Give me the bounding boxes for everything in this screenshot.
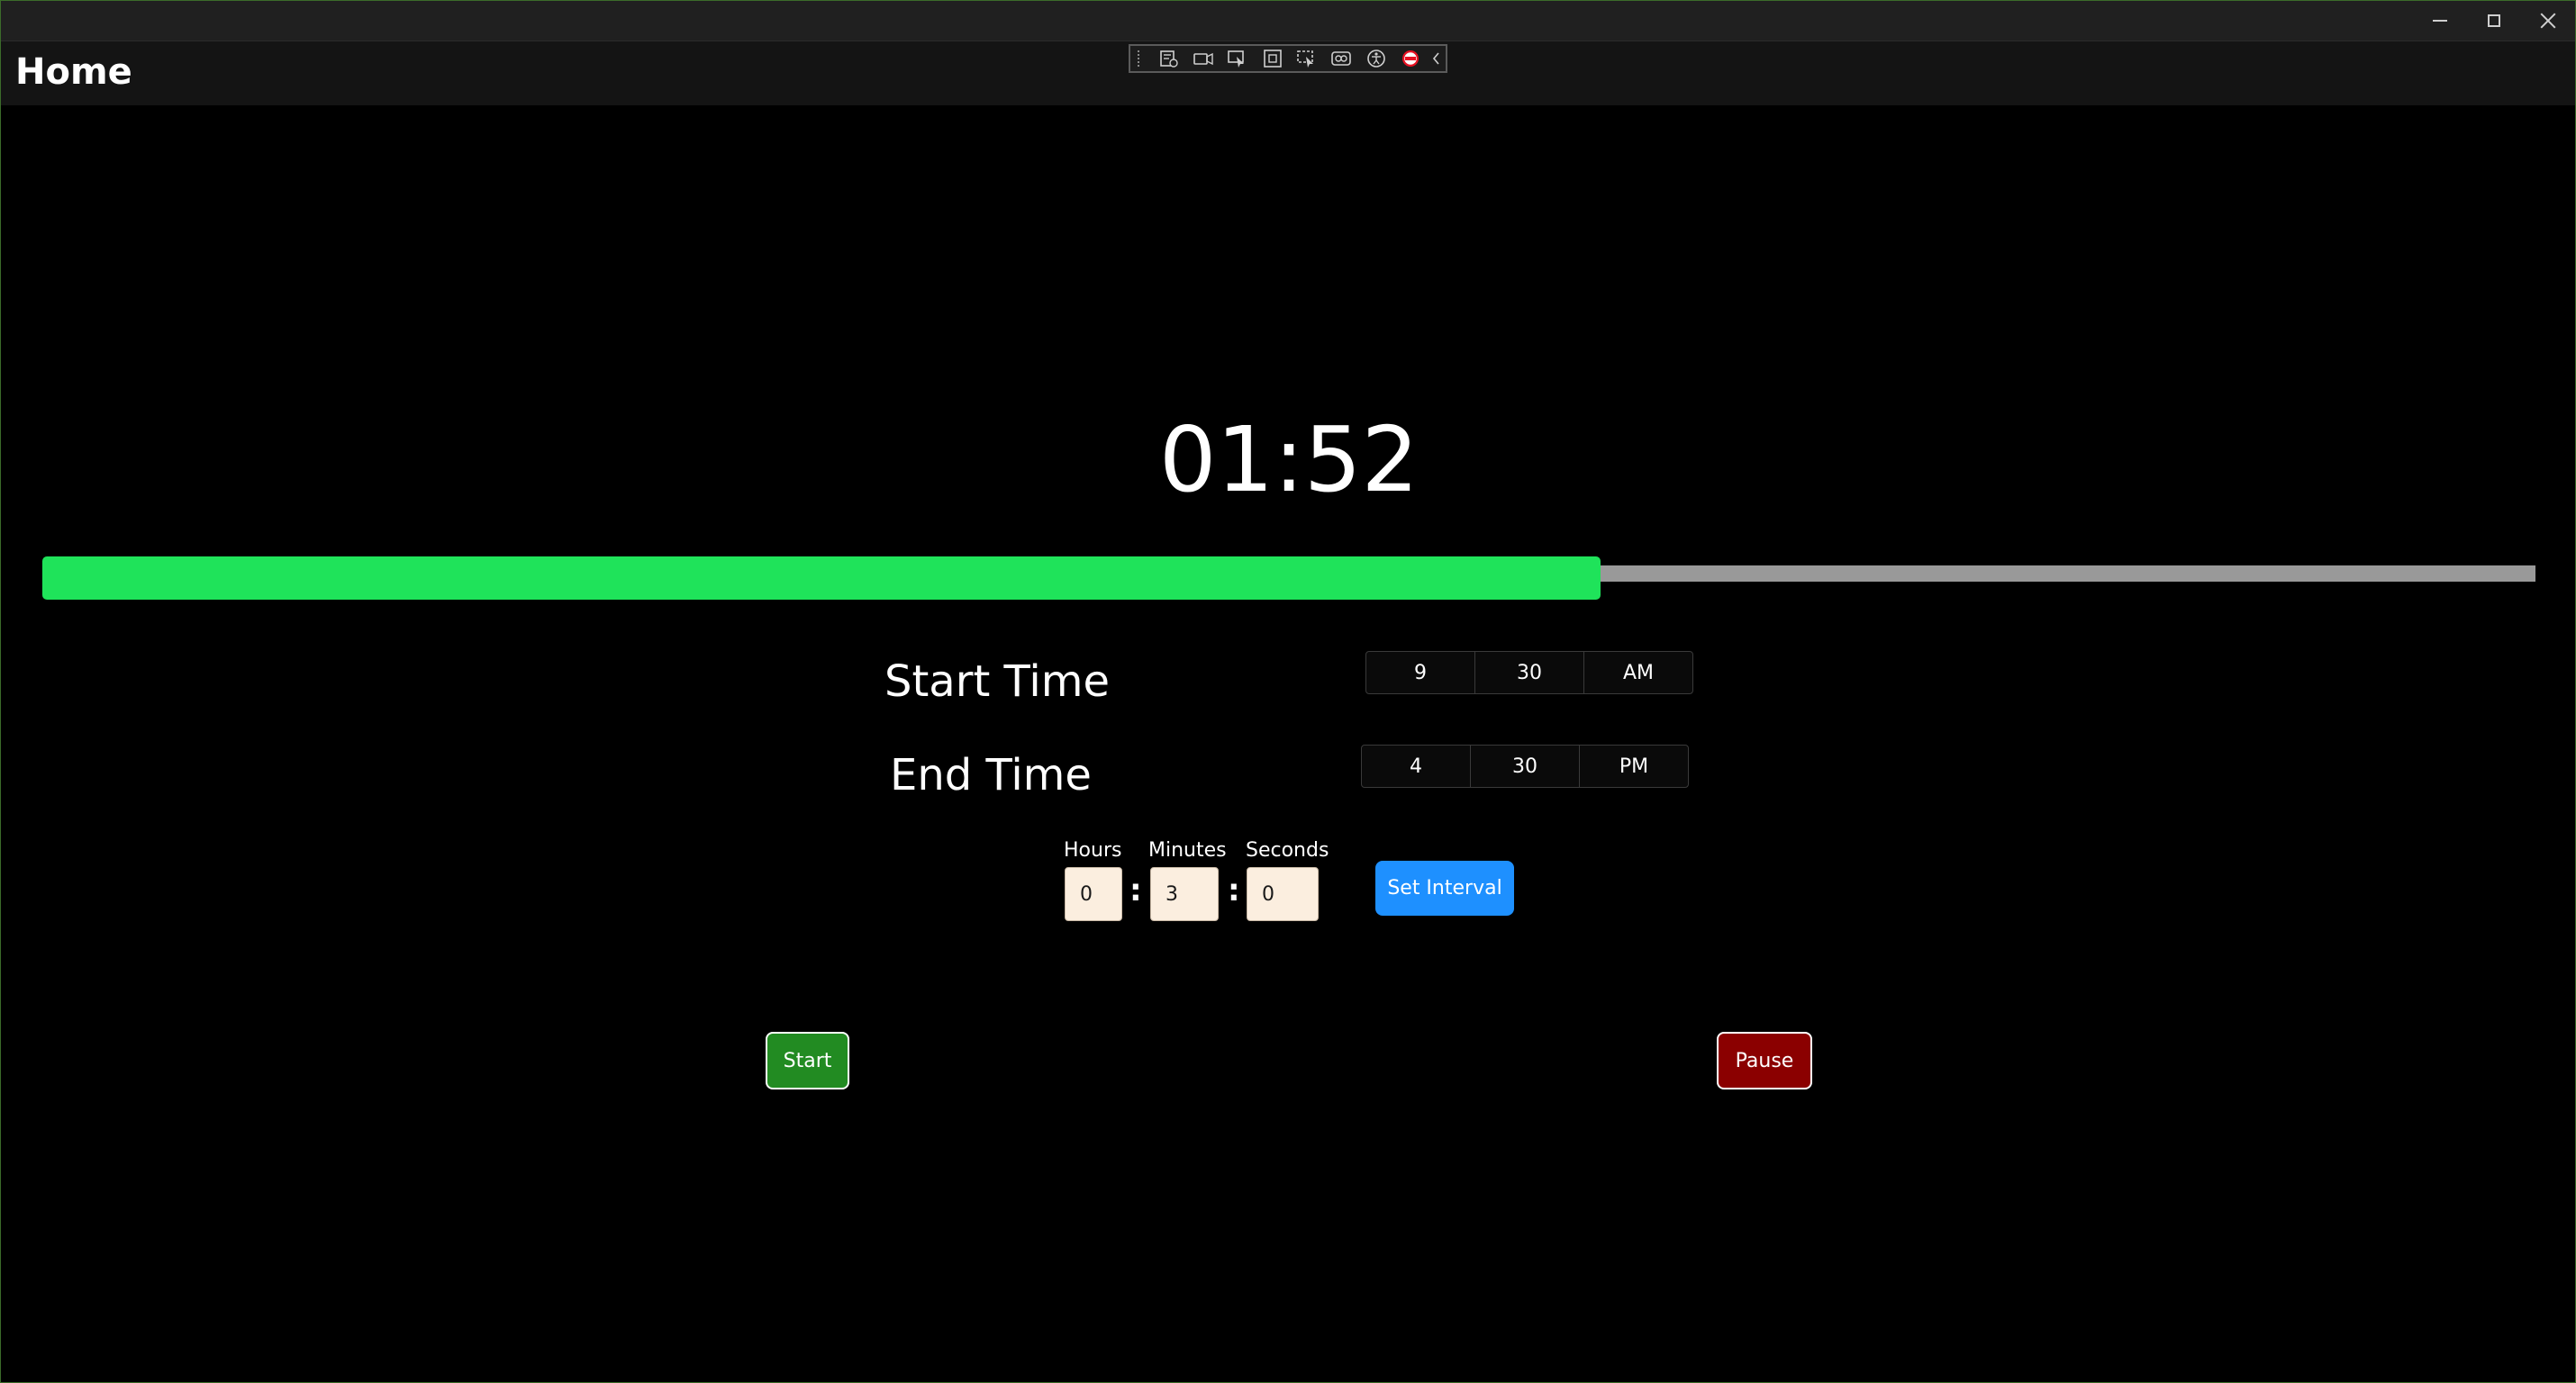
minutes-input[interactable]: 3 <box>1150 867 1219 921</box>
end-time-label: End Time <box>890 750 1092 800</box>
toolbar-grip-icon[interactable] <box>1138 50 1143 67</box>
maximize-icon[interactable] <box>2467 1 2521 41</box>
end-period[interactable]: PM <box>1580 746 1688 787</box>
page-title: Home <box>15 51 132 93</box>
start-period[interactable]: AM <box>1584 652 1692 693</box>
start-time-picker[interactable]: 9 30 AM <box>1365 651 1693 694</box>
close-icon[interactable] <box>2521 1 2575 41</box>
time-separator: : <box>1228 872 1240 908</box>
start-button[interactable]: Start <box>766 1032 849 1089</box>
countdown-text: 01:52 <box>1158 407 1420 512</box>
title-bar <box>1 1 2575 41</box>
minimize-icon[interactable] <box>2413 1 2467 41</box>
collapse-chevron-icon[interactable] <box>1428 46 1446 71</box>
track-focused-element-icon[interactable] <box>1290 46 1324 71</box>
seconds-label: Seconds <box>1246 839 1329 862</box>
start-hour[interactable]: 9 <box>1366 652 1475 693</box>
countdown-display: 01:52 <box>1 397 2575 523</box>
start-time-label: Start Time <box>884 656 1110 707</box>
set-interval-button[interactable]: Set Interval <box>1375 861 1514 916</box>
app-window: Home 01:52 Start Time 9 30 AM End Time 4… <box>0 0 2576 1383</box>
minutes-label: Minutes <box>1148 839 1227 862</box>
hours-input[interactable]: 0 <box>1065 867 1122 921</box>
binding-failures-icon[interactable] <box>1324 46 1358 71</box>
seconds-input[interactable]: 0 <box>1247 867 1319 921</box>
time-separator: : <box>1129 872 1142 908</box>
live-visual-tree-icon[interactable] <box>1152 46 1186 71</box>
accessibility-checker-icon[interactable] <box>1358 46 1392 71</box>
debug-toolbar <box>1129 44 1447 73</box>
progress-fill <box>42 556 1601 600</box>
record-icon[interactable] <box>1186 46 1220 71</box>
hot-reload-stop-icon[interactable] <box>1393 46 1428 71</box>
hours-label: Hours <box>1064 839 1122 862</box>
end-time-picker[interactable]: 4 30 PM <box>1361 745 1689 788</box>
end-hour[interactable]: 4 <box>1362 746 1471 787</box>
start-minute[interactable]: 30 <box>1475 652 1584 693</box>
select-element-icon[interactable] <box>1220 46 1255 71</box>
end-minute[interactable]: 30 <box>1471 746 1580 787</box>
pause-button[interactable]: Pause <box>1717 1032 1812 1089</box>
display-layout-adorners-icon[interactable] <box>1256 46 1290 71</box>
